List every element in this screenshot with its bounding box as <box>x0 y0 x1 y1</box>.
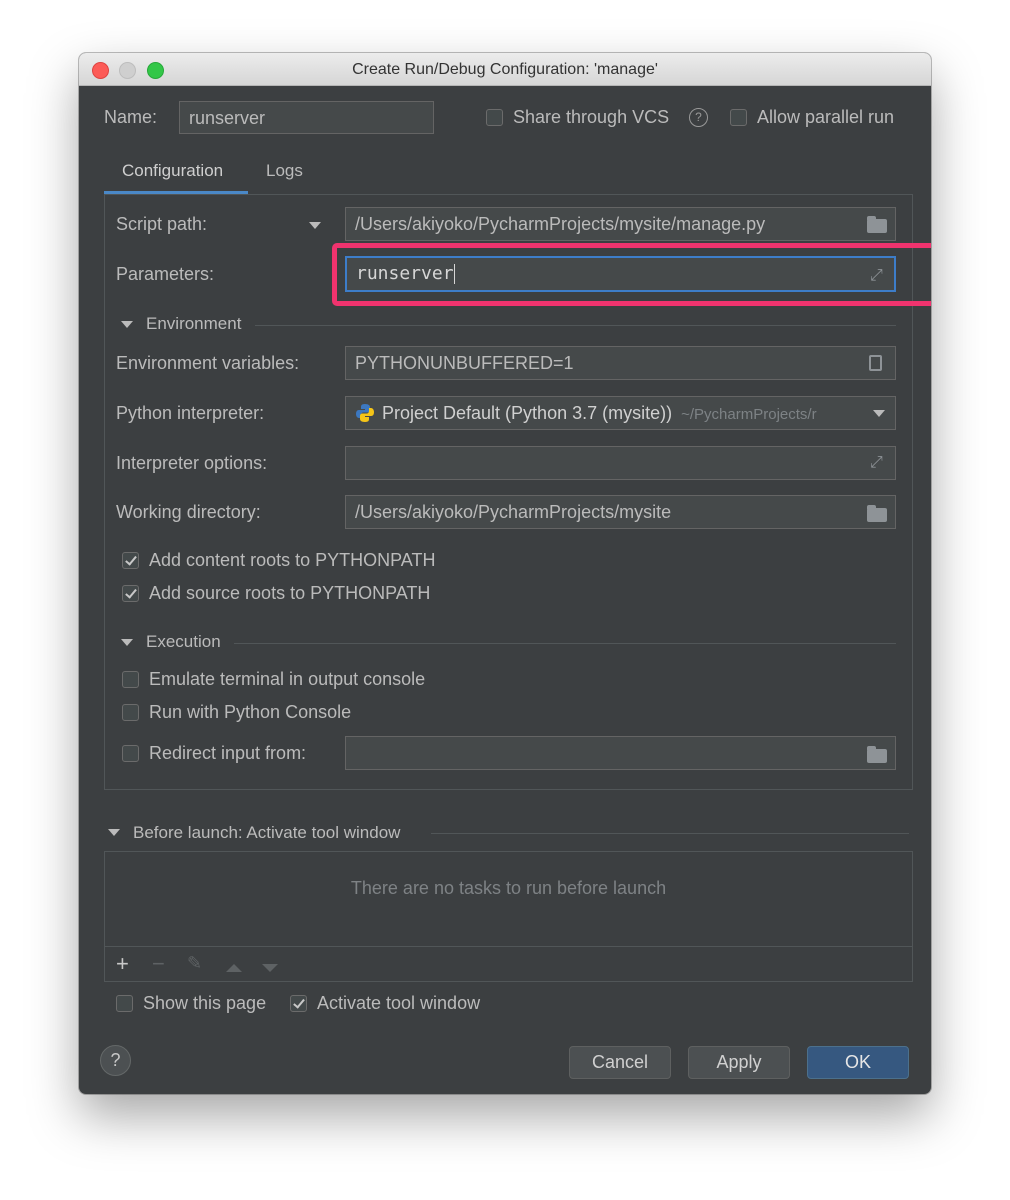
move-up-icon[interactable] <box>226 964 242 972</box>
before-launch-divider <box>431 833 909 834</box>
emulate-terminal-label: Emulate terminal in output console <box>149 669 426 689</box>
edit-env-vars-icon[interactable] <box>869 355 882 371</box>
working-dir-input[interactable]: /Users/akiyoko/PycharmProjects/mysite <box>345 495 896 529</box>
name-input[interactable]: runserver <box>179 101 434 134</box>
working-dir-label: Working directory: <box>116 502 261 522</box>
script-path-type-dropdown-icon[interactable] <box>309 222 321 229</box>
add-content-roots-label: Add content roots to PYTHONPATH <box>149 550 436 570</box>
ok-button[interactable]: OK <box>807 1046 909 1079</box>
interpreter-select[interactable]: Project Default (Python 3.7 (mysite)) ~/… <box>345 396 896 430</box>
interpreter-path: ~/PycharmProjects/r <box>681 406 817 423</box>
script-path-label: Script path: <box>116 214 208 234</box>
parameters-input[interactable]: runserver <box>345 256 896 292</box>
cancel-button[interactable]: Cancel <box>569 1046 671 1079</box>
tab-configuration[interactable]: Configuration <box>122 161 223 181</box>
environment-divider <box>255 325 896 326</box>
execution-section-title: Execution <box>146 632 221 651</box>
redirect-input-label: Redirect input from: <box>149 743 307 763</box>
task-toolbar-divider <box>105 946 912 947</box>
allow-parallel-label: Allow parallel run <box>757 107 895 127</box>
emulate-terminal-checkbox[interactable] <box>122 671 139 688</box>
before-launch-task-list: There are no tasks to run before launch … <box>104 851 913 982</box>
expand-icon[interactable]: ⤢ <box>870 267 883 285</box>
add-task-icon[interactable]: + <box>116 951 129 977</box>
expand-options-icon[interactable]: ⤢ <box>870 454 883 472</box>
window-title: Create Run/Debug Configuration: 'manage' <box>352 61 658 78</box>
add-source-roots-label: Add source roots to PYTHONPATH <box>149 583 431 603</box>
run-debug-config-dialog: Create Run/Debug Configuration: 'manage'… <box>79 53 931 1094</box>
redirect-input-checkbox[interactable] <box>122 745 139 762</box>
interpreter-dropdown-icon[interactable] <box>873 410 885 417</box>
text-cursor <box>453 264 455 284</box>
python-logo-icon <box>355 403 375 423</box>
help-button[interactable]: ? <box>100 1045 131 1076</box>
interpreter-value: Project Default (Python 3.7 (mysite)) <box>382 403 673 423</box>
name-label: Name: <box>104 107 158 127</box>
tab-logs[interactable]: Logs <box>266 161 303 181</box>
help-circle-icon[interactable]: ? <box>689 108 708 127</box>
add-source-roots-checkbox[interactable] <box>122 585 139 602</box>
interp-options-input[interactable] <box>345 446 896 480</box>
apply-button[interactable]: Apply <box>688 1046 790 1079</box>
browse-redirect-icon[interactable] <box>867 746 887 763</box>
env-vars-label: Environment variables: <box>116 353 300 373</box>
redirect-input-field[interactable] <box>345 736 896 770</box>
before-launch-empty-text: There are no tasks to run before launch <box>350 878 667 898</box>
parameters-label: Parameters: <box>116 264 215 284</box>
show-page-checkbox[interactable] <box>116 995 133 1012</box>
execution-divider <box>234 643 896 644</box>
python-console-checkbox[interactable] <box>122 704 139 721</box>
execution-collapse-icon[interactable] <box>121 639 133 646</box>
before-launch-collapse-icon[interactable] <box>108 829 120 836</box>
share-vcs-checkbox[interactable] <box>486 109 503 126</box>
title-bar: Create Run/Debug Configuration: 'manage' <box>79 53 931 86</box>
edit-task-icon[interactable]: ✎ <box>187 953 202 974</box>
browse-working-dir-icon[interactable] <box>867 505 887 522</box>
environment-collapse-icon[interactable] <box>121 321 133 328</box>
interpreter-label: Python interpreter: <box>116 403 265 423</box>
add-content-roots-checkbox[interactable] <box>122 552 139 569</box>
remove-task-icon[interactable]: − <box>152 951 165 977</box>
share-vcs-label: Share through VCS <box>513 107 670 127</box>
before-launch-title: Before launch: Activate tool window <box>133 823 401 842</box>
move-down-icon[interactable] <box>262 964 278 972</box>
parameters-text: runserver <box>356 263 454 284</box>
allow-parallel-checkbox[interactable] <box>730 109 747 126</box>
interp-options-label: Interpreter options: <box>116 453 268 473</box>
environment-section-title: Environment <box>146 314 242 333</box>
browse-folder-icon[interactable] <box>867 216 887 233</box>
script-path-input[interactable]: /Users/akiyoko/PycharmProjects/mysite/ma… <box>345 207 896 241</box>
python-console-label: Run with Python Console <box>149 702 352 722</box>
activate-tool-window-checkbox[interactable] <box>290 995 307 1012</box>
env-vars-input[interactable]: PYTHONUNBUFFERED=1 <box>345 346 896 380</box>
activate-tool-window-label: Activate tool window <box>317 993 481 1013</box>
show-page-label: Show this page <box>143 993 267 1013</box>
